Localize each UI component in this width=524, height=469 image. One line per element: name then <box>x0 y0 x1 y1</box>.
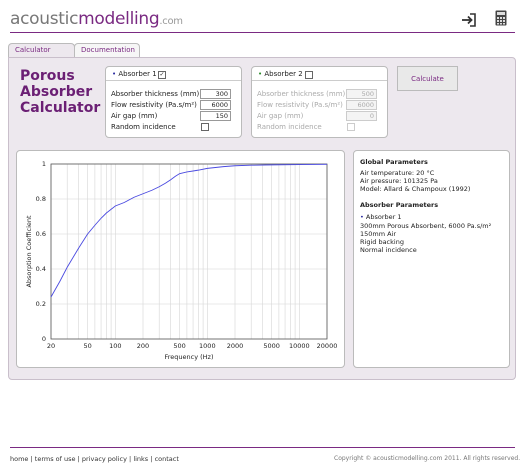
copyright-text: Copyright © acousticmodelling.com 2011. … <box>334 455 521 462</box>
absorber-1-flow-resistivity-input[interactable]: 6000 <box>200 100 231 110</box>
absorber-1-divider <box>106 80 241 81</box>
absorption-chart: 20 50 100 200 500 1000 2000 5000 10000 20000 0 0.2 0… <box>25 160 338 361</box>
absorber-2-enable-checkbox[interactable] <box>305 71 313 79</box>
random-incidence-label: Random incidence <box>257 123 322 131</box>
footer-separator: | <box>150 455 153 463</box>
flow-resistivity-label: Flow resistivity (Pa.s/m²) <box>111 101 197 109</box>
y-tick-label: 0 <box>42 335 46 343</box>
footer-link-terms[interactable]: terms of use <box>35 455 76 463</box>
footer-links: home | terms of use | privacy policy | l… <box>10 455 179 463</box>
x-tick-label: 10000 <box>289 342 310 350</box>
global-parameters-heading: Global Parameters <box>360 158 428 166</box>
absorber-2-title: Absorber 2 <box>264 70 303 78</box>
logo-part-modelling: modelling <box>78 9 160 29</box>
footer-link-links[interactable]: links <box>133 455 148 463</box>
logo-part-com: .com <box>159 16 183 27</box>
footer-link-contact[interactable]: contact <box>155 455 179 463</box>
absorber-2-flow-resistivity-input[interactable]: 6000 <box>346 100 377 110</box>
model-text: Model: Allard & Champoux (1992) <box>360 185 471 193</box>
absorber-2-divider <box>252 80 387 81</box>
footer-separator: | <box>129 455 132 463</box>
site-logo[interactable]: acousticmodelling.com <box>10 9 183 29</box>
x-tick-label: 100 <box>109 342 121 350</box>
air-pressure-text: Air pressure: 101325 Pa <box>360 177 438 185</box>
x-axis-label: Frequency (Hz) <box>164 353 213 361</box>
absorber-2-air-gap-input[interactable]: 0 <box>346 111 377 121</box>
title-line-1: Porous <box>20 68 75 84</box>
random-incidence-label: Random incidence <box>111 123 176 131</box>
absorber-1-param-title: • Absorber 1 <box>360 213 402 221</box>
footer-link-home[interactable]: home <box>10 455 28 463</box>
y-tick-label: 0.6 <box>36 230 46 238</box>
absorber-2-thickness-input[interactable]: 500 <box>346 89 377 99</box>
absorber-2-box: • Absorber 2 Absorber thickness (mm) 500… <box>251 66 388 138</box>
absorber-2-header: • Absorber 2 <box>258 70 303 78</box>
chart-container: 20 50 100 200 500 1000 2000 5000 10000 20000 0 0.2 0… <box>16 150 345 368</box>
footer-link-privacy[interactable]: privacy policy <box>82 455 127 463</box>
plot-frame <box>50 163 328 340</box>
absorber-1-header: • Absorber 1 <box>112 70 157 78</box>
backing-text: Rigid backing <box>360 238 404 246</box>
y-tick-label: 1 <box>42 160 46 168</box>
thickness-label: Absorber thickness (mm) <box>257 90 346 98</box>
y-tick-label: 0.2 <box>36 300 46 308</box>
absorber-1-thickness-input[interactable]: 300 <box>200 89 231 99</box>
x-tick-label: 20 <box>47 342 55 350</box>
y-tick-label: 0.4 <box>36 265 46 273</box>
calculate-button[interactable]: Calculate <box>397 66 458 91</box>
absorber-1-box: • Absorber 1 ✓ Absorber thickness (mm) 3… <box>105 66 242 138</box>
absorber-layer-text: 300mm Porous Absorbent, 6000 Pa.s/m² <box>360 222 492 230</box>
y-axis-label: Absorption Coefficient <box>25 215 33 288</box>
air-gap-label: Air gap (mm) <box>257 112 304 120</box>
air-gap-label: Air gap (mm) <box>111 112 158 120</box>
flow-resistivity-label: Flow resistivity (Pa.s/m²) <box>257 101 343 109</box>
absorber-1-enable-checkbox[interactable]: ✓ <box>158 71 166 79</box>
absorber-1-param-name: Absorber 1 <box>365 213 402 221</box>
incidence-text: Normal incidence <box>360 246 417 254</box>
title-line-3: Calculator <box>20 100 101 116</box>
x-tick-label: 2000 <box>227 342 244 350</box>
footer-separator: | <box>30 455 33 463</box>
thickness-label: Absorber thickness (mm) <box>111 90 200 98</box>
calculator-icon[interactable] <box>495 10 507 26</box>
absorber-1-random-incidence-checkbox[interactable] <box>201 123 209 131</box>
air-layer-text: 150mm Air <box>360 230 397 238</box>
absorber-1-title: Absorber 1 <box>118 70 157 78</box>
footer-separator: | <box>77 455 80 463</box>
footer-divider <box>10 447 515 448</box>
y-tick-label: 0.8 <box>36 195 46 203</box>
tab-documentation-label: Documentation <box>81 46 135 54</box>
tab-documentation[interactable]: Documentation <box>74 43 140 58</box>
x-tick-label: 20000 <box>317 342 338 350</box>
air-temperature-text: Air temperature: 20 °C <box>360 169 435 177</box>
bullet-icon: • <box>112 70 117 78</box>
absorber-1-air-gap-input[interactable]: 150 <box>200 111 231 121</box>
x-tick-label: 50 <box>83 342 91 350</box>
parameters-panel: Global Parameters Air temperature: 20 °C… <box>353 150 510 368</box>
bullet-icon: • <box>258 70 263 78</box>
bullet-icon: • <box>360 213 364 221</box>
x-tick-label: 200 <box>137 342 149 350</box>
logo-part-acoustic: acoustic <box>10 9 79 29</box>
x-tick-label: 1000 <box>199 342 216 350</box>
absorption-curve <box>50 163 328 298</box>
tab-calculator-label: Calculator <box>15 46 51 54</box>
page-title: Porous Absorber Calculator <box>20 68 100 116</box>
x-tick-label: 5000 <box>263 342 280 350</box>
title-line-2: Absorber <box>20 84 93 100</box>
absorber-parameters-heading: Absorber Parameters <box>360 201 439 209</box>
x-tick-label: 500 <box>173 342 185 350</box>
login-icon[interactable] <box>461 12 477 27</box>
absorber-2-random-incidence-checkbox[interactable] <box>347 123 355 131</box>
calculate-button-label: Calculate <box>411 74 444 83</box>
header-divider <box>10 32 515 33</box>
